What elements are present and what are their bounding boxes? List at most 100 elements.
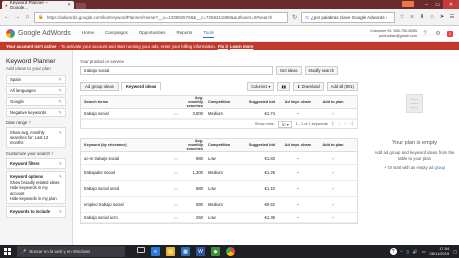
- tab-keyword-ideas[interactable]: Keyword ideas: [120, 82, 162, 91]
- nav-reports[interactable]: Reports: [177, 30, 193, 38]
- trend-chart-icon[interactable]: ▭: [174, 156, 182, 161]
- address-bar[interactable]: 🔒 https://adwords.google.com/ko/KeywordP…: [34, 11, 288, 23]
- back-icon[interactable]: ←: [3, 13, 10, 21]
- trend-chart-icon[interactable]: ▭: [174, 170, 182, 175]
- home-page-icon[interactable]: ⌂: [428, 13, 436, 21]
- nav-opportunities[interactable]: Opportunities: [139, 30, 166, 38]
- close-window-button[interactable]: ✕: [443, 0, 459, 9]
- edge-icon[interactable]: e: [151, 247, 160, 256]
- nav-campaigns[interactable]: Campaigns: [105, 30, 128, 38]
- pencil-icon[interactable]: ✎: [58, 77, 62, 83]
- download-icon[interactable]: ⬇: [418, 13, 426, 21]
- col-suggested-bid[interactable]: Suggested bid: [243, 143, 278, 147]
- network-icon[interactable]: ▯: [407, 249, 409, 254]
- gear-icon[interactable]: ⚙: [434, 30, 442, 38]
- add-to-plan-icon[interactable]: »: [318, 215, 348, 220]
- next-page-icon[interactable]: ›: [344, 121, 346, 127]
- col-competition[interactable]: Competition: [206, 100, 243, 104]
- date-range-box[interactable]: Show avg. monthly searches for: Last 12 …: [6, 127, 66, 148]
- trend-chart-icon[interactable]: ▭: [174, 186, 182, 191]
- table-row[interactable]: empleo trabajo social ▭ 590 Medium €0.52…: [81, 197, 357, 213]
- col-ad-impr-share[interactable]: Ad impr. share: [278, 100, 318, 104]
- help-icon[interactable]: ?: [389, 248, 397, 255]
- col-search-terms[interactable]: Search terms: [81, 100, 174, 104]
- empty-ad-group-link[interactable]: ad group: [429, 165, 445, 170]
- browser-tab[interactable]: ● Keyword Planner – Google... ✕: [2, 0, 74, 10]
- prev-page-icon[interactable]: ‹: [339, 121, 341, 127]
- keyword-filters-box[interactable]: Keyword filters ✎: [6, 158, 66, 170]
- table-row[interactable]: trabajo social ucm ▭ 260 Low €1.36 – »: [81, 213, 357, 223]
- pencil-icon[interactable]: ✎: [59, 130, 62, 145]
- notifications-icon[interactable]: ▢: [453, 249, 457, 254]
- star-icon[interactable]: ☆: [398, 13, 406, 21]
- last-page-icon[interactable]: ›|: [350, 121, 353, 127]
- download-button[interactable]: ⬇ Download: [292, 82, 324, 91]
- add-to-plan-icon[interactable]: »: [318, 186, 348, 191]
- filter-language[interactable]: All languages ✎: [6, 86, 66, 95]
- product-input[interactable]: trabajo social: [80, 66, 273, 75]
- adwords-logo[interactable]: Google AdWords: [6, 29, 82, 38]
- app-icon[interactable]: ◆: [211, 247, 220, 256]
- browser-user-chip[interactable]: [402, 1, 414, 7]
- chrome-icon[interactable]: [226, 247, 235, 256]
- keywords-to-include-box[interactable]: Keywords to include ✎: [6, 206, 66, 218]
- fix-it-link[interactable]: Fix it: [218, 44, 228, 49]
- volume-icon[interactable]: 🔊: [413, 249, 418, 254]
- pencil-icon[interactable]: ✎: [59, 209, 62, 214]
- pencil-icon[interactable]: ✎: [58, 110, 62, 116]
- nav-tools[interactable]: Tools: [203, 30, 214, 38]
- file-explorer-icon[interactable]: ▤: [166, 247, 175, 256]
- filter-network[interactable]: Google ✎: [6, 97, 66, 106]
- trend-chart-icon[interactable]: ▭: [174, 202, 182, 207]
- forward-icon[interactable]: →: [13, 13, 20, 21]
- tab-ad-group-ideas[interactable]: Ad group ideas: [80, 82, 119, 91]
- word-icon[interactable]: W: [196, 247, 205, 256]
- col-keyword[interactable]: Keyword (by relevance): [81, 143, 174, 147]
- table-row[interactable]: uc-m trabajo social ▭ 880 Low €1.83 – »: [81, 152, 357, 165]
- columns-button[interactable]: Columns ▾: [247, 82, 275, 91]
- tab-close-icon[interactable]: ✕: [67, 2, 71, 8]
- rows-select[interactable]: 30 ▾: [278, 120, 292, 128]
- home-icon[interactable]: ⌂: [24, 13, 31, 21]
- store-icon[interactable]: ▦: [181, 247, 190, 256]
- tray-chevron-icon[interactable]: ^: [401, 249, 403, 254]
- keyword-options-box[interactable]: Keyword options ✎ Show broadly related id…: [6, 171, 66, 205]
- filter-location[interactable]: Spain ✎: [6, 75, 66, 84]
- add-to-plan-icon[interactable]: »: [318, 156, 348, 161]
- browser-search-box[interactable]: G ¿por palabras clave Google Adwords ›: [301, 11, 395, 23]
- col-avg-searches[interactable]: Avg. monthly searches: [182, 139, 206, 151]
- pencil-icon[interactable]: ✎: [58, 99, 62, 105]
- help-icon[interactable]: ?: [421, 30, 429, 38]
- add-all-button[interactable]: Add all (801): [326, 82, 358, 91]
- table-row[interactable]: trabajo social ▭ 3,600 Medium €1.74 – »: [81, 109, 357, 119]
- customer-info[interactable]: Customer ID: 965-750-8955 pedrodiaz@gmai…: [370, 29, 417, 39]
- help-icon[interactable]: ?: [28, 120, 30, 125]
- col-avg-searches[interactable]: Avg. monthly searches: [182, 96, 206, 108]
- nav-home[interactable]: Home: [82, 30, 94, 38]
- col-ad-impr-share[interactable]: Ad impr. share: [278, 143, 318, 147]
- first-page-icon[interactable]: |‹: [332, 121, 335, 127]
- table-row[interactable]: trabajador social ▭ 1,300 Medium €1.26 –…: [81, 165, 357, 181]
- pencil-icon[interactable]: ✎: [59, 161, 62, 166]
- task-view-icon[interactable]: [137, 247, 145, 253]
- get-ideas-button[interactable]: Get ideas: [276, 66, 302, 75]
- add-to-plan-icon[interactable]: »: [318, 111, 348, 116]
- windows-start-button[interactable]: [2, 246, 13, 257]
- chart-button[interactable]: ▮▮: [277, 82, 290, 91]
- col-suggested-bid[interactable]: Suggested bid: [243, 100, 278, 104]
- reload-icon[interactable]: ↻: [291, 13, 298, 21]
- help-icon[interactable]: ?: [51, 151, 53, 156]
- table-row[interactable]: trabajo social uned ▭ 880 Low €1.10 – »: [81, 181, 357, 197]
- keyboard-icon[interactable]: ▭: [422, 249, 426, 254]
- pencil-icon[interactable]: ✎: [58, 88, 62, 94]
- share-icon[interactable]: ➤: [438, 13, 446, 21]
- add-to-plan-icon[interactable]: »: [318, 170, 348, 175]
- trend-chart-icon[interactable]: ▭: [174, 111, 182, 116]
- trend-chart-icon[interactable]: ▭: [174, 215, 182, 220]
- modify-search-button[interactable]: Modify search: [304, 66, 339, 75]
- add-to-plan-icon[interactable]: »: [318, 202, 348, 207]
- filter-negative-keywords[interactable]: Negative keywords ✎: [6, 108, 66, 117]
- col-competition[interactable]: Competition: [206, 143, 243, 147]
- learn-more-link[interactable]: Learn more: [230, 44, 253, 49]
- taskbar-search[interactable]: 🎤 Buscar en la web y en Windows: [17, 246, 125, 257]
